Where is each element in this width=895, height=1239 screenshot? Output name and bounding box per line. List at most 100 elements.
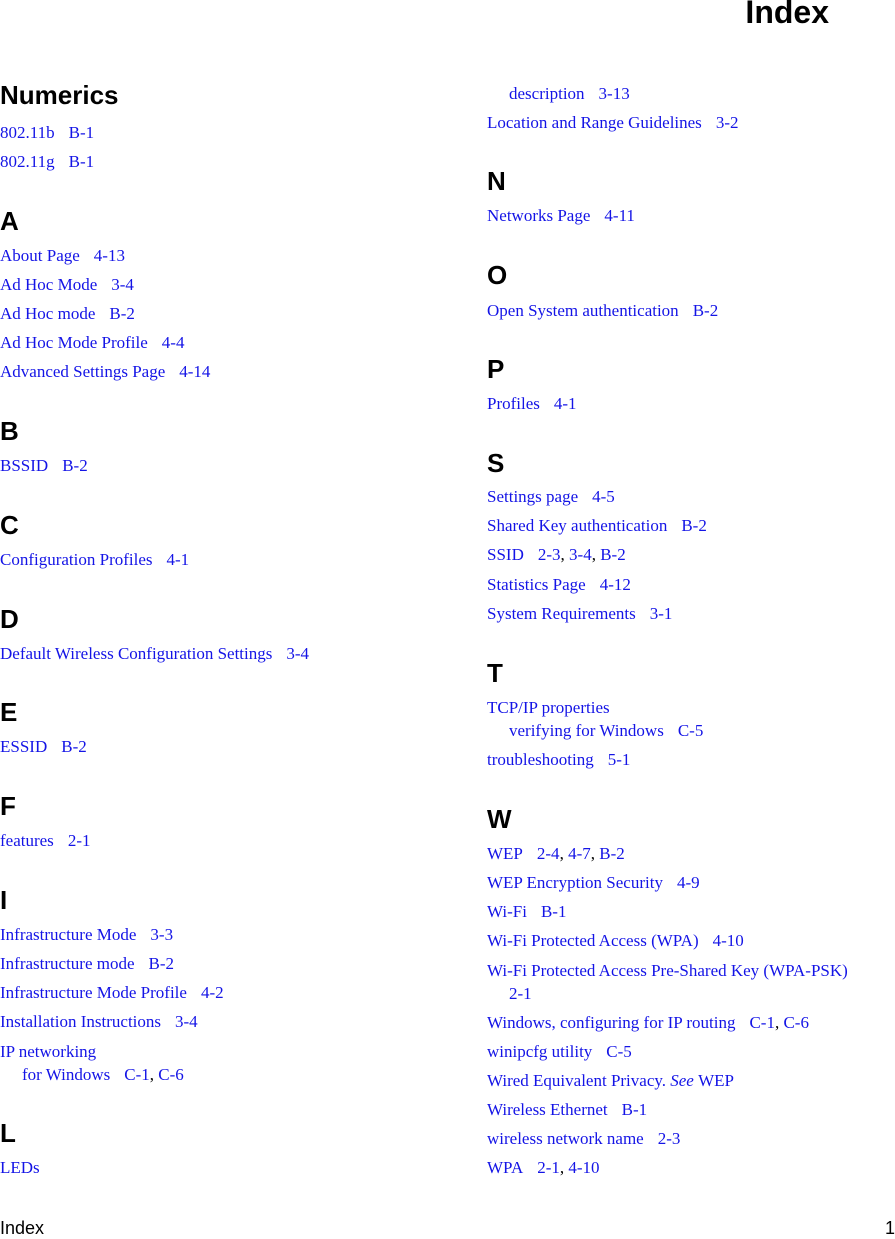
page-ref-link[interactable]: B-1: [69, 152, 95, 171]
index-term-link[interactable]: Networks Page: [487, 206, 590, 225]
page-ref-link[interactable]: 4-10: [713, 931, 744, 950]
index-term-link[interactable]: SSID: [487, 545, 524, 564]
page-ref-link[interactable]: B-2: [600, 545, 626, 564]
page-ref-link[interactable]: 3-13: [599, 84, 630, 103]
page-ref-link[interactable]: 3-4: [569, 545, 592, 564]
page-ref-link[interactable]: 2-1: [68, 831, 91, 850]
page-ref-link[interactable]: B-1: [622, 1100, 648, 1119]
index-term-link[interactable]: Ad Hoc Mode Profile: [0, 333, 148, 352]
page-ref-link[interactable]: 2-1: [537, 1158, 560, 1177]
index-term-link[interactable]: Location and Range Guidelines: [487, 113, 702, 132]
index-term-link[interactable]: wireless network name: [487, 1129, 644, 1148]
index-term-link[interactable]: Advanced Settings Page: [0, 362, 165, 381]
ref-separator: ,: [591, 545, 601, 564]
index-term-link[interactable]: Open System authentication: [487, 301, 679, 320]
index-term-link[interactable]: WPA: [487, 1158, 523, 1177]
page-ref-link[interactable]: 3-4: [175, 1012, 198, 1031]
page-ref-link[interactable]: 2-1: [509, 984, 532, 1003]
index-term-link[interactable]: System Requirements: [487, 604, 636, 623]
index-term-link[interactable]: Ad Hoc Mode: [0, 275, 97, 294]
page-ref-link[interactable]: 4-9: [677, 873, 700, 892]
index-term-link[interactable]: Wi-Fi Protected Access (WPA): [487, 931, 699, 950]
page-ref-link[interactable]: 5-1: [608, 750, 631, 769]
page-ref-link[interactable]: C-1: [749, 1013, 775, 1032]
page-ref-link[interactable]: 4-7: [568, 844, 591, 863]
index-term-link[interactable]: Infrastructure mode: [0, 954, 135, 973]
index-term-link[interactable]: winipcfg utility: [487, 1042, 592, 1061]
index-letter-heading: E: [0, 697, 18, 727]
index-term-link[interactable]: ESSID: [0, 737, 47, 756]
index-term-link[interactable]: Default Wireless Configuration Settings: [0, 644, 272, 663]
index-term-link[interactable]: Installation Instructions: [0, 1012, 161, 1031]
index-term-link[interactable]: Infrastructure Mode: [0, 925, 136, 944]
index-entry: Ad Hoc Mode Profile 4-4: [0, 333, 184, 353]
page-ref-link[interactable]: B-2: [61, 737, 87, 756]
index-term-link[interactable]: description: [509, 84, 585, 103]
page-ref-link[interactable]: 3-3: [150, 925, 173, 944]
page-ref-link[interactable]: B-2: [681, 516, 707, 535]
page-ref-link[interactable]: 3-2: [716, 113, 739, 132]
page-ref-link[interactable]: B-2: [599, 844, 625, 863]
index-letter-heading: A: [0, 206, 19, 236]
index-term-link[interactable]: Windows, configuring for IP routing: [487, 1013, 735, 1032]
page-ref-link[interactable]: 4-11: [604, 206, 635, 225]
index-term-link[interactable]: About Page: [0, 246, 80, 265]
index-term-link[interactable]: Wi-Fi: [487, 902, 527, 921]
index-term-link[interactable]: IP networking: [0, 1042, 96, 1061]
index-term-link[interactable]: Configuration Profiles: [0, 550, 153, 569]
page-ref-link[interactable]: 3-4: [286, 644, 309, 663]
index-term-link[interactable]: Infrastructure Mode Profile: [0, 983, 187, 1002]
index-term-link[interactable]: verifying for Windows: [509, 721, 664, 740]
index-term-link[interactable]: Profiles: [487, 394, 540, 413]
page-ref-link[interactable]: C-1: [124, 1065, 150, 1084]
ref-separator: ,: [559, 844, 569, 863]
page-ref-link[interactable]: B-1: [541, 902, 567, 921]
index-term-link[interactable]: WEP Encryption Security: [487, 873, 663, 892]
index-term-link[interactable]: Wi-Fi Protected Access Pre-Shared Key (W…: [487, 961, 848, 980]
page-ref-link[interactable]: 4-12: [600, 575, 631, 594]
index-term-link[interactable]: Shared Key authentication: [487, 516, 667, 535]
index-term-link[interactable]: 802.11g: [0, 152, 55, 171]
index-entry: SSID 2-3, 3-4, B-2: [487, 545, 626, 565]
page-ref-link[interactable]: 4-5: [592, 487, 615, 506]
page-ref-link[interactable]: C-5: [606, 1042, 632, 1061]
index-term-link[interactable]: BSSID: [0, 456, 48, 475]
index-term-link[interactable]: WEP: [487, 844, 523, 863]
index-entry: About Page 4-13: [0, 246, 125, 266]
index-letter-heading: B: [0, 416, 19, 446]
page-ref-link[interactable]: 4-13: [94, 246, 125, 265]
index-term-link[interactable]: for Windows: [22, 1065, 110, 1084]
page-ref-link[interactable]: 4-1: [554, 394, 577, 413]
index-term-link[interactable]: Statistics Page: [487, 575, 586, 594]
page-ref-link[interactable]: B-2: [693, 301, 719, 320]
page-ref-link[interactable]: 2-3: [538, 545, 561, 564]
page-ref-link[interactable]: C-5: [678, 721, 704, 740]
index-term-link[interactable]: Settings page: [487, 487, 578, 506]
see-target-link[interactable]: WEP: [698, 1071, 734, 1090]
page-ref-link[interactable]: 3-4: [111, 275, 134, 294]
index-term-link[interactable]: 802.11b: [0, 123, 55, 142]
page-ref-link[interactable]: 4-14: [179, 362, 210, 381]
index-term-link[interactable]: TCP/IP properties: [487, 698, 610, 717]
ref-separator: ,: [149, 1065, 159, 1084]
index-term-link[interactable]: Wired Equivalent Privacy.: [487, 1071, 666, 1090]
index-subentry: 2-1: [487, 984, 532, 1004]
page-ref-link[interactable]: B-1: [69, 123, 95, 142]
index-term-link[interactable]: Ad Hoc mode: [0, 304, 95, 323]
page-ref-link[interactable]: 4-1: [167, 550, 190, 569]
page-ref-link[interactable]: C-6: [158, 1065, 184, 1084]
index-term-link[interactable]: Wireless Ethernet: [487, 1100, 608, 1119]
page-ref-link[interactable]: 4-4: [162, 333, 185, 352]
index-term-link[interactable]: troubleshooting: [487, 750, 594, 769]
page-ref-link[interactable]: B-2: [149, 954, 175, 973]
page-ref-link[interactable]: B-2: [109, 304, 135, 323]
index-term-link[interactable]: features: [0, 831, 54, 850]
index-term-link[interactable]: LEDs: [0, 1158, 40, 1177]
page-ref-link[interactable]: 2-4: [537, 844, 560, 863]
page-ref-link[interactable]: 3-1: [650, 604, 673, 623]
page-ref-link[interactable]: C-6: [783, 1013, 809, 1032]
page-ref-link[interactable]: 2-3: [658, 1129, 681, 1148]
page-ref-link[interactable]: 4-10: [568, 1158, 599, 1177]
page-ref-link[interactable]: 4-2: [201, 983, 224, 1002]
page-ref-link[interactable]: B-2: [62, 456, 88, 475]
